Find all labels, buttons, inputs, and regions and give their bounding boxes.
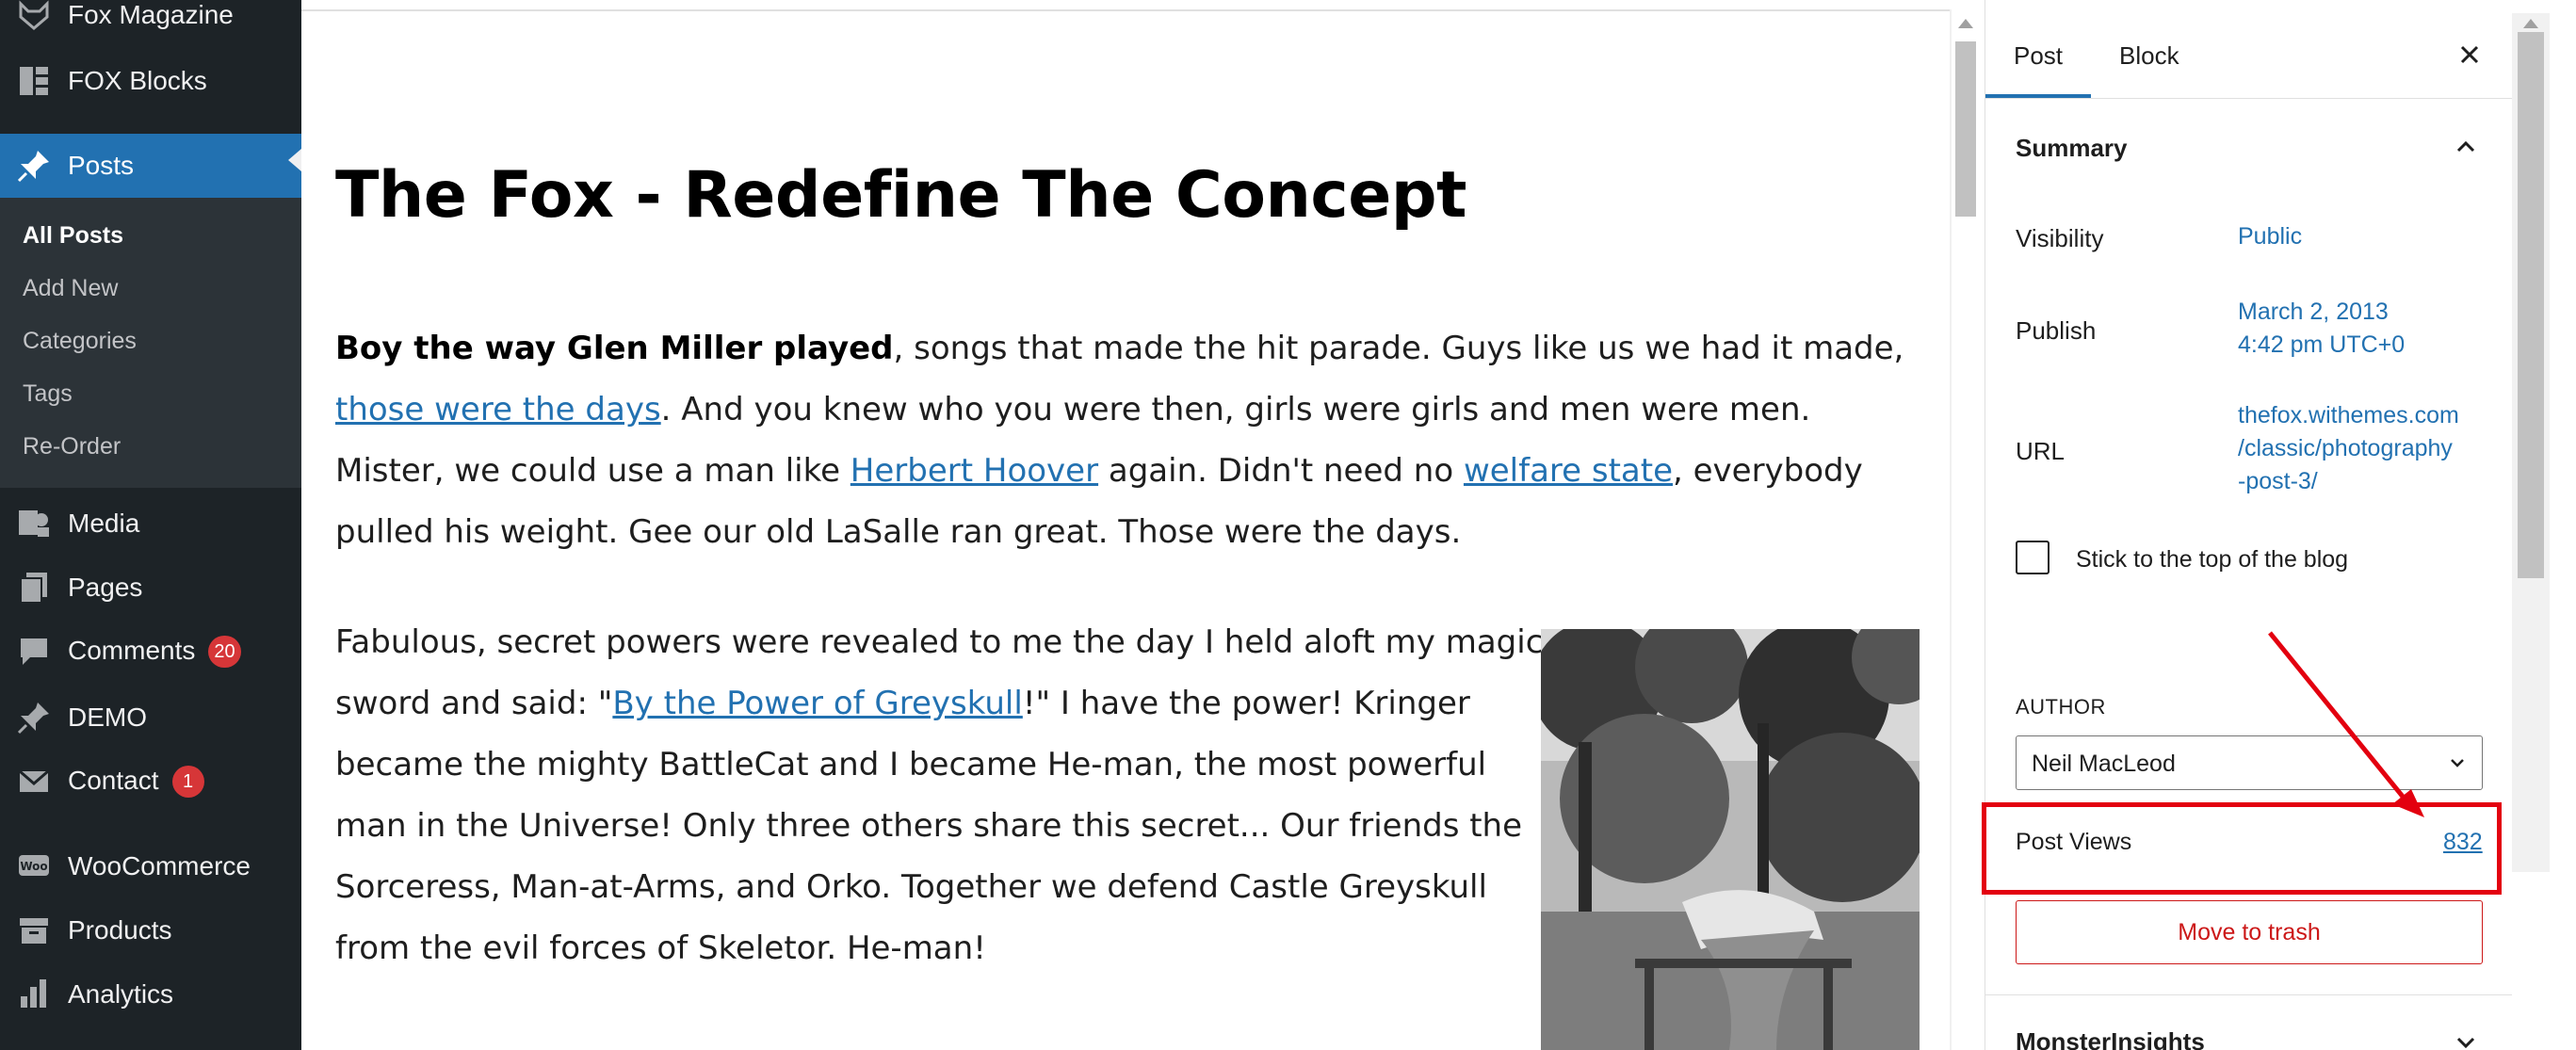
- post-title[interactable]: The Fox - Redefine The Concept: [335, 158, 1861, 233]
- link-welfare-state[interactable]: welfare state: [1464, 452, 1673, 490]
- active-tab-indicator: [1985, 94, 2091, 98]
- mail-icon: [15, 763, 53, 800]
- chevron-up-icon: [2451, 132, 2481, 162]
- scroll-up-icon[interactable]: [2523, 19, 2538, 28]
- sidebar-item-analytics[interactable]: Analytics: [0, 968, 301, 1021]
- sidebar-item-label: DEMO: [68, 703, 147, 732]
- author-heading: AUTHOR: [2016, 695, 2106, 719]
- sidebar-item-label: Media: [68, 509, 140, 538]
- comments-icon: [15, 633, 53, 670]
- sidebar-item-label: Comments 20: [68, 636, 241, 669]
- sidebar-item-media[interactable]: Media: [0, 497, 301, 550]
- url-toggle[interactable]: thefox.withemes.com /classic/photography…: [2238, 399, 2459, 498]
- stick-to-top-label[interactable]: Stick to the top of the blog: [2076, 546, 2348, 573]
- chevron-down-icon: [2451, 1027, 2481, 1050]
- tab-block[interactable]: Block: [2119, 41, 2179, 71]
- link-herbert-hoover[interactable]: Herbert Hoover: [851, 452, 1098, 490]
- comments-count-badge: 20: [208, 636, 241, 669]
- svg-text:Woo: Woo: [20, 860, 47, 873]
- bold-text: Boy the way Glen Miller played: [335, 330, 894, 367]
- editor-scrollbar[interactable]: [1952, 13, 1980, 1050]
- submenu-categories[interactable]: Categories: [23, 328, 137, 355]
- submenu-all-posts[interactable]: All Posts: [23, 222, 123, 250]
- settings-tabs: Post Block: [1985, 0, 2513, 99]
- submenu-add-new[interactable]: Add New: [23, 275, 118, 302]
- settings-scrollbar[interactable]: [2512, 0, 2576, 1050]
- paragraph-block[interactable]: Boy the way Glen Miller played, songs th…: [335, 318, 1918, 563]
- annotation-highlight-box: [1982, 802, 2502, 895]
- move-to-trash-label: Move to trash: [2178, 918, 2321, 945]
- submenu-re-order[interactable]: Re-Order: [23, 433, 121, 460]
- contact-count-badge: 1: [171, 766, 204, 799]
- sidebar-item-label: Analytics: [68, 979, 174, 1009]
- archive-icon: [15, 912, 53, 949]
- scrollbar-thumb[interactable]: [2518, 32, 2544, 578]
- sidebar-item-label: Fox Magazine: [68, 0, 234, 29]
- sidebar-item-label: Posts: [68, 151, 135, 180]
- sidebar-item-demo[interactable]: DEMO: [0, 691, 301, 744]
- publish-date-toggle[interactable]: March 2, 2013 4:42 pm UTC+0: [2238, 296, 2405, 362]
- post-image[interactable]: [1541, 629, 1920, 1050]
- sidebar-item-pages[interactable]: Pages: [0, 561, 301, 614]
- sidebar-item-label: Products: [68, 915, 172, 945]
- url-line: thefox.withemes.com: [2238, 402, 2459, 428]
- paragraph-text: , songs that made the hit parade. Guys l…: [893, 330, 1904, 367]
- media-icon: [15, 505, 53, 542]
- posts-submenu: All Posts Add New Categories Tags Re-Ord…: [0, 198, 301, 488]
- author-select[interactable]: Neil MacLeod: [2016, 735, 2483, 790]
- sidebar-item-label: Contact 1: [68, 766, 204, 799]
- editor-top-divider: [301, 9, 1952, 11]
- sidebar-item-label: Pages: [68, 573, 143, 602]
- monsterinsights-panel-toggle[interactable]: MonsterInsights: [1985, 995, 2513, 1050]
- woo-icon: Woo: [15, 848, 53, 885]
- settings-sidebar: Post Block Summary Visibility Public Pub…: [1982, 0, 2513, 1050]
- chevron-down-icon: [2446, 751, 2469, 774]
- tab-post[interactable]: Post: [2014, 41, 2063, 71]
- stick-to-top-checkbox[interactable]: [2016, 541, 2049, 574]
- close-icon[interactable]: [2453, 38, 2487, 72]
- publish-time: 4:42 pm UTC+0: [2238, 331, 2406, 358]
- paragraph-text: again. Didn't need no: [1098, 452, 1464, 490]
- sidebar-item-fox-blocks[interactable]: FOX Blocks: [0, 55, 301, 107]
- submenu-tags[interactable]: Tags: [23, 380, 73, 408]
- sidebar-item-posts[interactable]: Posts: [0, 134, 301, 198]
- editor-canvas: The Fox - Redefine The Concept Boy the w…: [301, 0, 1952, 1050]
- summary-title: Summary: [2016, 134, 2128, 162]
- admin-sidebar: Fox Magazine FOX Blocks Posts All Posts …: [0, 0, 301, 1050]
- pages-icon: [15, 569, 53, 606]
- url-label: URL: [2016, 437, 2066, 465]
- fox-icon: [15, 0, 53, 34]
- sidebar-item-woocommerce[interactable]: Woo WooCommerce: [0, 840, 301, 893]
- sidebar-item-comments[interactable]: Comments 20: [0, 625, 301, 678]
- bar-chart-icon: [15, 976, 53, 1013]
- monsterinsights-title: MonsterInsights: [2016, 1027, 2205, 1050]
- url-line: -post-3/: [2238, 468, 2318, 494]
- sidebar-item-products[interactable]: Products: [0, 904, 301, 957]
- move-to-trash-button[interactable]: Move to trash: [2016, 900, 2483, 964]
- pin-icon: [15, 699, 53, 736]
- paragraph-block[interactable]: Fabulous, secret powers were revealed to…: [335, 612, 1550, 979]
- url-line: /classic/photography: [2238, 435, 2453, 461]
- sidebar-item-label: FOX Blocks: [68, 66, 207, 95]
- scroll-up-icon[interactable]: [1958, 19, 1973, 28]
- blocks-icon: [15, 62, 53, 100]
- link-those-were-the-days[interactable]: those were the days: [335, 391, 661, 428]
- author-selected-value: Neil MacLeod: [2032, 751, 2176, 777]
- visibility-label: Visibility: [2016, 224, 2104, 252]
- sidebar-item-contact[interactable]: Contact 1: [0, 755, 301, 808]
- pin-icon: [15, 147, 53, 185]
- visibility-toggle[interactable]: Public: [2238, 220, 2302, 253]
- paragraph-text: !" I have the power! Kringer became the …: [335, 685, 1523, 967]
- summary-panel-toggle[interactable]: Summary: [1985, 105, 2513, 186]
- scrollbar-thumb[interactable]: [1955, 41, 1976, 217]
- sidebar-item-label: WooCommerce: [68, 851, 251, 880]
- sidebar-item-fox-magazine[interactable]: Fox Magazine: [0, 0, 301, 41]
- link-power-of-greyskull[interactable]: By the Power of Greyskull: [612, 685, 1022, 722]
- publish-date: March 2, 2013: [2238, 299, 2389, 325]
- publish-label: Publish: [2016, 316, 2097, 345]
